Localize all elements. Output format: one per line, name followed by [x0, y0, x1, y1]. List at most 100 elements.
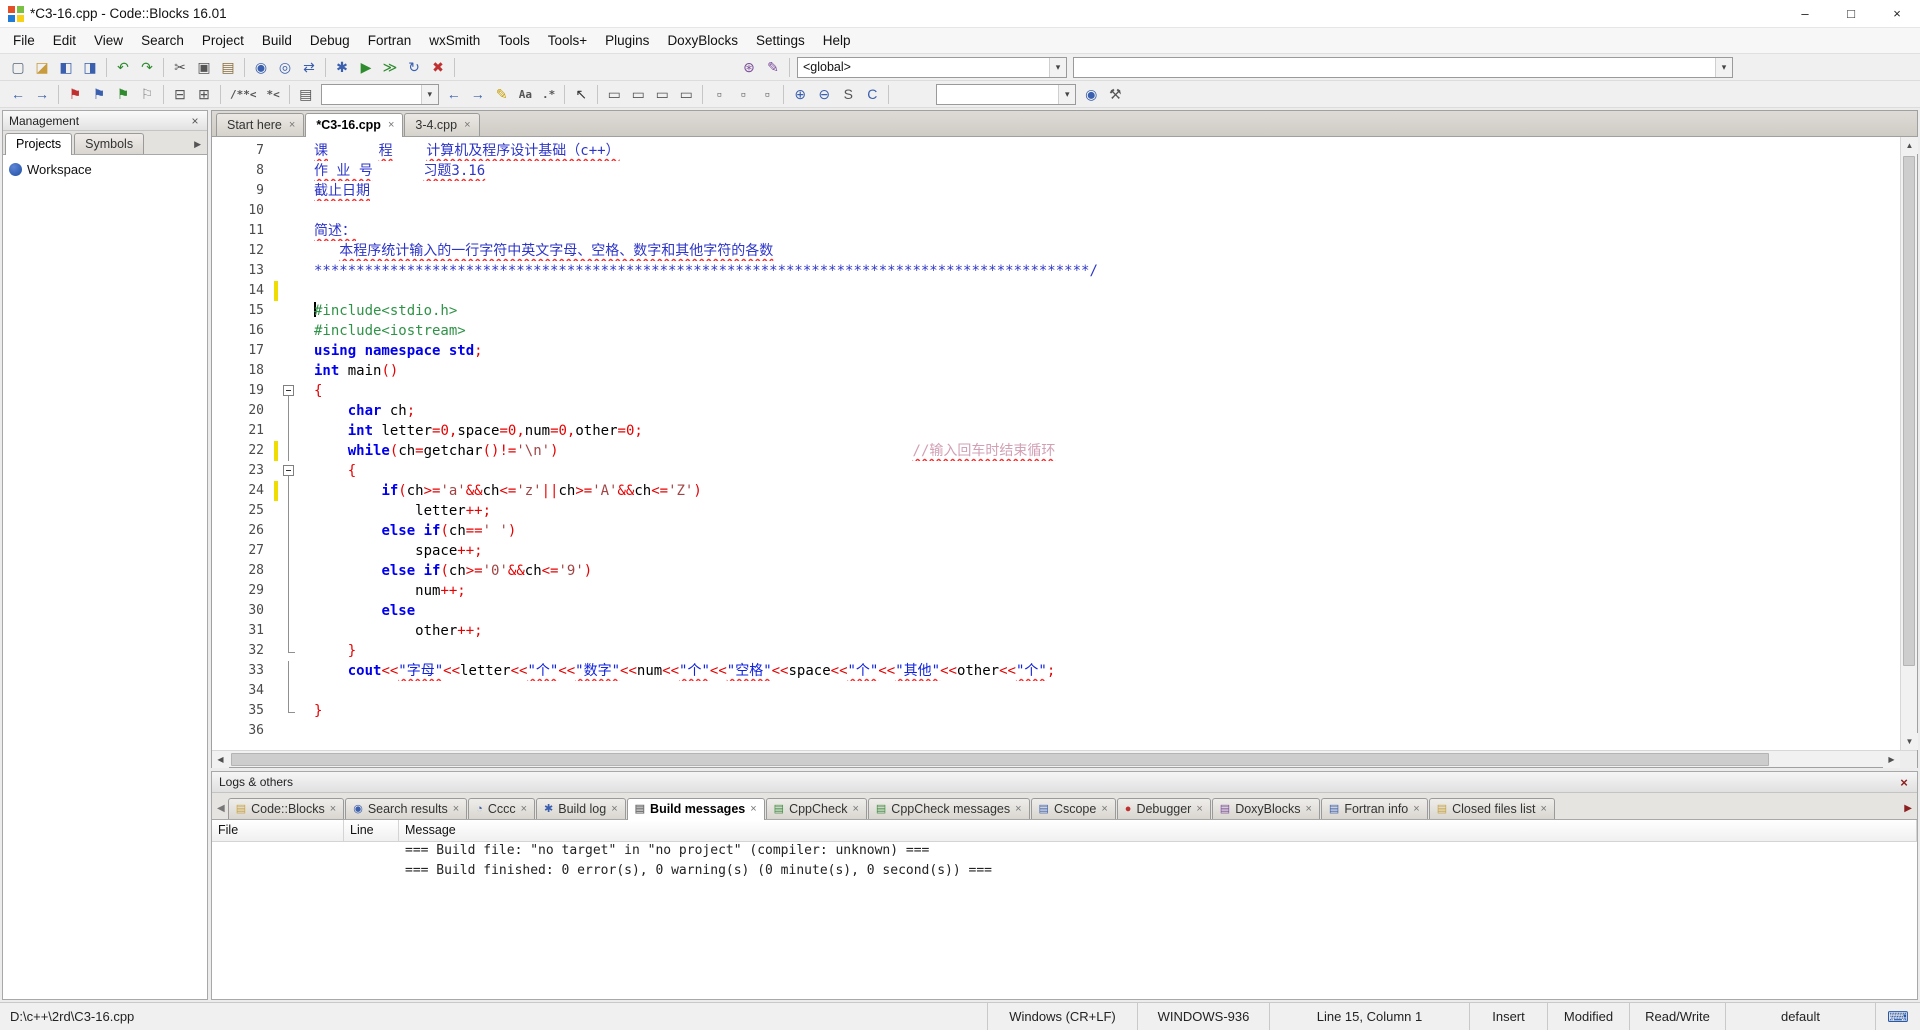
- fold-margin[interactable]: [280, 461, 298, 481]
- chevron-down-icon[interactable]: ▾: [420, 84, 438, 104]
- wx-align-center-button[interactable]: ▭: [626, 83, 650, 106]
- logs-tab-scroll-right-icon[interactable]: ▶: [1901, 803, 1915, 819]
- menu-view[interactable]: View: [85, 28, 132, 53]
- line-number[interactable]: 26: [212, 521, 272, 541]
- line-number[interactable]: 12: [212, 241, 272, 261]
- line-number[interactable]: 17: [212, 341, 272, 361]
- column-header-file[interactable]: File: [212, 820, 344, 841]
- line-number[interactable]: 16: [212, 321, 272, 341]
- paste-button[interactable]: ▤: [216, 56, 240, 79]
- scroll-up-icon[interactable]: ▲: [1901, 137, 1918, 154]
- table-row[interactable]: === Build file: "no target" in "no proje…: [212, 842, 1917, 862]
- editor-vertical-scrollbar[interactable]: ▲ ▼: [1900, 137, 1918, 750]
- maximize-button[interactable]: □: [1828, 0, 1874, 27]
- wx-border-left-button[interactable]: ▫: [707, 83, 731, 106]
- menu-project[interactable]: Project: [193, 28, 253, 53]
- menu-file[interactable]: File: [4, 28, 44, 53]
- log-tab-cppcheck[interactable]: ▤ CppCheck ×: [765, 798, 867, 819]
- line-number[interactable]: 31: [212, 621, 272, 641]
- close-tab-icon[interactable]: ×: [1015, 803, 1021, 815]
- symbol-search-combo[interactable]: ▾: [936, 83, 1077, 105]
- log-tab-doxyblocks[interactable]: ▤ DoxyBlocks ×: [1211, 798, 1320, 819]
- scroll-left-icon[interactable]: ◀: [212, 751, 229, 768]
- input-language-icon[interactable]: ⌨: [1875, 1003, 1920, 1030]
- new-file-button[interactable]: ▢: [6, 56, 30, 79]
- line-number[interactable]: 21: [212, 421, 272, 441]
- goto-back-button[interactable]: ←: [6, 83, 30, 106]
- fold-margin[interactable]: [280, 381, 298, 401]
- editor-tab-c3-16-cpp[interactable]: *C3-16.cpp ×: [305, 113, 404, 137]
- line-number[interactable]: 20: [212, 401, 272, 421]
- redo-button[interactable]: ↷: [135, 56, 159, 79]
- show-sizers-button[interactable]: S: [836, 83, 860, 106]
- vscroll-track[interactable]: [1901, 154, 1917, 733]
- chevron-down-icon[interactable]: ▾: [1049, 57, 1066, 77]
- build-button[interactable]: ✱: [330, 56, 354, 79]
- close-tab-icon[interactable]: ×: [1305, 803, 1311, 815]
- close-tab-icon[interactable]: ×: [521, 803, 527, 815]
- line-number[interactable]: 23: [212, 461, 272, 481]
- log-tab-build-messages[interactable]: ▤ Build messages ×: [626, 798, 765, 820]
- menu-settings[interactable]: Settings: [747, 28, 814, 53]
- search-next-button[interactable]: →: [466, 83, 490, 106]
- close-tab-icon[interactable]: ×: [453, 803, 459, 815]
- menu-search[interactable]: Search: [132, 28, 193, 53]
- goto-forward-button[interactable]: →: [30, 83, 54, 106]
- chevron-down-icon[interactable]: ▾: [1058, 84, 1076, 104]
- save-all-button[interactable]: ◨: [78, 56, 102, 79]
- close-tab-icon[interactable]: ×: [464, 119, 470, 131]
- open-file-button[interactable]: ◪: [30, 56, 54, 79]
- line-number[interactable]: 18: [212, 361, 272, 381]
- close-tab-icon[interactable]: ×: [1196, 803, 1202, 815]
- management-close-icon[interactable]: ×: [187, 113, 203, 129]
- scope-combo[interactable]: <global> ▾: [797, 56, 1067, 78]
- line-number[interactable]: 27: [212, 541, 272, 561]
- menu-tools[interactable]: Tools: [489, 28, 539, 53]
- minimize-button[interactable]: –: [1782, 0, 1828, 27]
- toggle-bookmark-button[interactable]: ⚑: [63, 83, 87, 106]
- cut-button[interactable]: ✂: [168, 56, 192, 79]
- search-symbol-button[interactable]: ◉: [1079, 83, 1103, 106]
- next-bookmark-button[interactable]: ⚑: [111, 83, 135, 106]
- menu-help[interactable]: Help: [814, 28, 860, 53]
- logs-tab-scroll-left-icon[interactable]: ◀: [214, 803, 228, 819]
- line-number[interactable]: 33: [212, 661, 272, 681]
- fold-box-icon[interactable]: [283, 465, 294, 476]
- zoom-out-button[interactable]: ⊖: [812, 83, 836, 106]
- scroll-right-icon[interactable]: ▶: [1883, 751, 1900, 768]
- line-number[interactable]: 13: [212, 261, 272, 281]
- highlight-occurrences-button[interactable]: ✎: [490, 83, 514, 106]
- menu-fortran[interactable]: Fortran: [359, 28, 421, 53]
- close-tab-icon[interactable]: ×: [1540, 803, 1546, 815]
- menu-doxyblocks[interactable]: DoxyBlocks: [658, 28, 747, 53]
- close-tab-icon[interactable]: ×: [1101, 803, 1107, 815]
- find-in-files-button[interactable]: ◎: [273, 56, 297, 79]
- menu-wxsmith[interactable]: wxSmith: [420, 28, 489, 53]
- unfold-all-button[interactable]: ⊞: [192, 83, 216, 106]
- scroll-down-icon[interactable]: ▼: [1901, 733, 1918, 750]
- menu-plugins[interactable]: Plugins: [596, 28, 658, 53]
- fold-all-button[interactable]: ⊟: [168, 83, 192, 106]
- line-number[interactable]: 9: [212, 181, 272, 201]
- build-and-run-button[interactable]: ≫: [378, 56, 402, 79]
- column-header-line[interactable]: Line: [344, 820, 399, 841]
- close-tab-icon[interactable]: ×: [1413, 803, 1419, 815]
- code-editor[interactable]: 7 课 程 计算机及程序设计基础（c++） 8 作 业 号 习题3.16 9 截止日期 10…: [212, 137, 1900, 750]
- close-tab-icon[interactable]: ×: [388, 119, 394, 131]
- line-number[interactable]: 28: [212, 561, 272, 581]
- wx-align-top-button[interactable]: ▭: [674, 83, 698, 106]
- line-number[interactable]: 22: [212, 441, 272, 461]
- incremental-search-combo[interactable]: ▾: [320, 83, 439, 105]
- doxyblocks-extract-button[interactable]: ⊛: [737, 56, 761, 79]
- close-tab-icon[interactable]: ×: [330, 803, 336, 815]
- find-button[interactable]: ◉: [249, 56, 273, 79]
- line-number[interactable]: 36: [212, 721, 272, 741]
- line-number[interactable]: 35: [212, 701, 272, 721]
- log-tab-cccc[interactable]: ◔ Cccc ×: [468, 798, 536, 819]
- menu-debug[interactable]: Debug: [301, 28, 359, 53]
- close-tab-icon[interactable]: ×: [750, 803, 756, 815]
- copy-button[interactable]: ▣: [192, 56, 216, 79]
- wx-align-right-button[interactable]: ▭: [650, 83, 674, 106]
- line-number[interactable]: 32: [212, 641, 272, 661]
- rebuild-button[interactable]: ↻: [402, 56, 426, 79]
